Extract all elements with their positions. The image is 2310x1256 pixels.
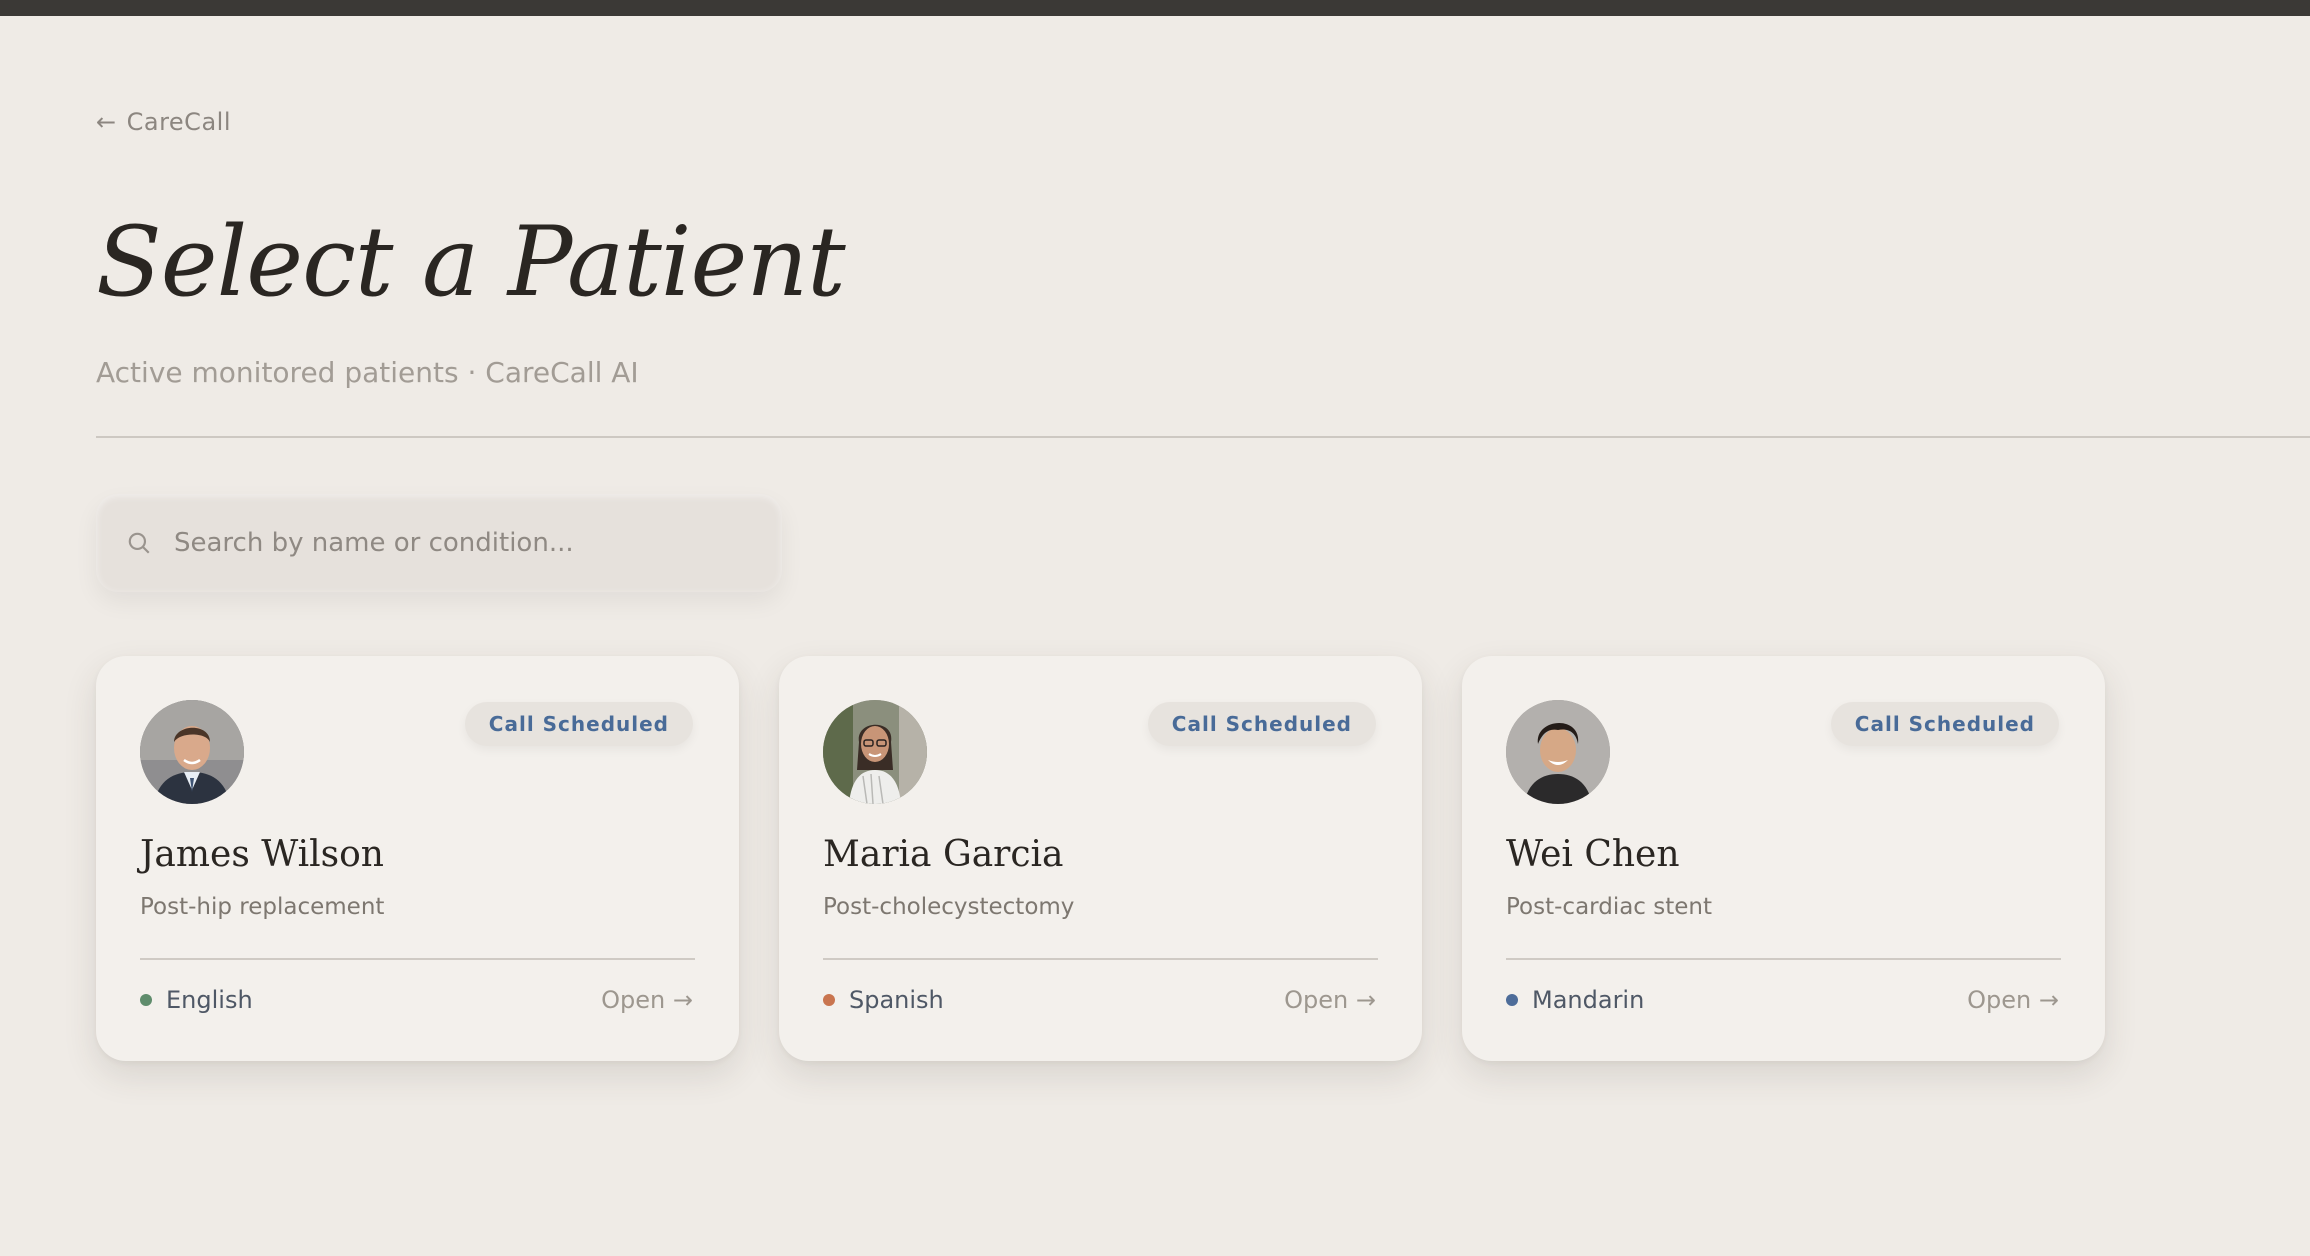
patient-card[interactable]: Call Scheduled James Wilson Post-hip rep… [96, 656, 739, 1061]
search-bar[interactable] [96, 494, 782, 592]
avatar-young-man [1506, 700, 1610, 804]
card-divider [823, 958, 1378, 960]
status-badge: Call Scheduled [1830, 702, 2059, 746]
patient-card-list: Call Scheduled James Wilson Post-hip rep… [96, 656, 2105, 1061]
patient-card[interactable]: Call Scheduled Maria Garcia Post-cholecy… [779, 656, 1422, 1061]
patient-condition: Post-cardiac stent [1506, 894, 1713, 920]
language-dot-icon [1506, 994, 1518, 1006]
patient-condition: Post-cholecystectomy [823, 894, 1075, 920]
back-link[interactable]: ← CareCall [96, 108, 231, 136]
patient-card[interactable]: Call Scheduled Wei Chen Post-cardiac ste… [1462, 656, 2105, 1061]
card-divider [1506, 958, 2061, 960]
open-link[interactable]: Open → [1967, 986, 2059, 1014]
language-dot-icon [823, 994, 835, 1006]
patient-language: Mandarin [1506, 986, 1644, 1014]
avatar-man-suit [140, 700, 244, 804]
search-icon [128, 532, 150, 554]
card-divider [140, 958, 695, 960]
open-link[interactable]: Open → [601, 986, 693, 1014]
patient-language: Spanish [823, 986, 944, 1014]
language-label: Mandarin [1532, 986, 1645, 1014]
avatar-woman-glasses [823, 700, 927, 804]
page-subtitle: Active monitored patients · CareCall AI [96, 356, 639, 389]
back-link-label: CareCall [126, 108, 231, 136]
patient-language: English [140, 986, 253, 1014]
language-dot-icon [140, 994, 152, 1006]
patient-condition: Post-hip replacement [140, 894, 385, 920]
open-link[interactable]: Open → [1284, 986, 1376, 1014]
status-badge: Call Scheduled [1147, 702, 1376, 746]
status-badge: Call Scheduled [464, 702, 693, 746]
search-input[interactable] [174, 528, 764, 558]
patient-name: Maria Garcia [823, 834, 1064, 875]
window-top-bar [0, 0, 2310, 16]
page-title: Select a Patient [96, 206, 846, 318]
language-label: English [166, 986, 253, 1014]
patient-name: James Wilson [140, 834, 384, 875]
back-arrow-icon: ← [96, 108, 117, 136]
patient-name: Wei Chen [1506, 834, 1680, 875]
header-divider [96, 436, 2310, 438]
language-label: Spanish [849, 986, 944, 1014]
